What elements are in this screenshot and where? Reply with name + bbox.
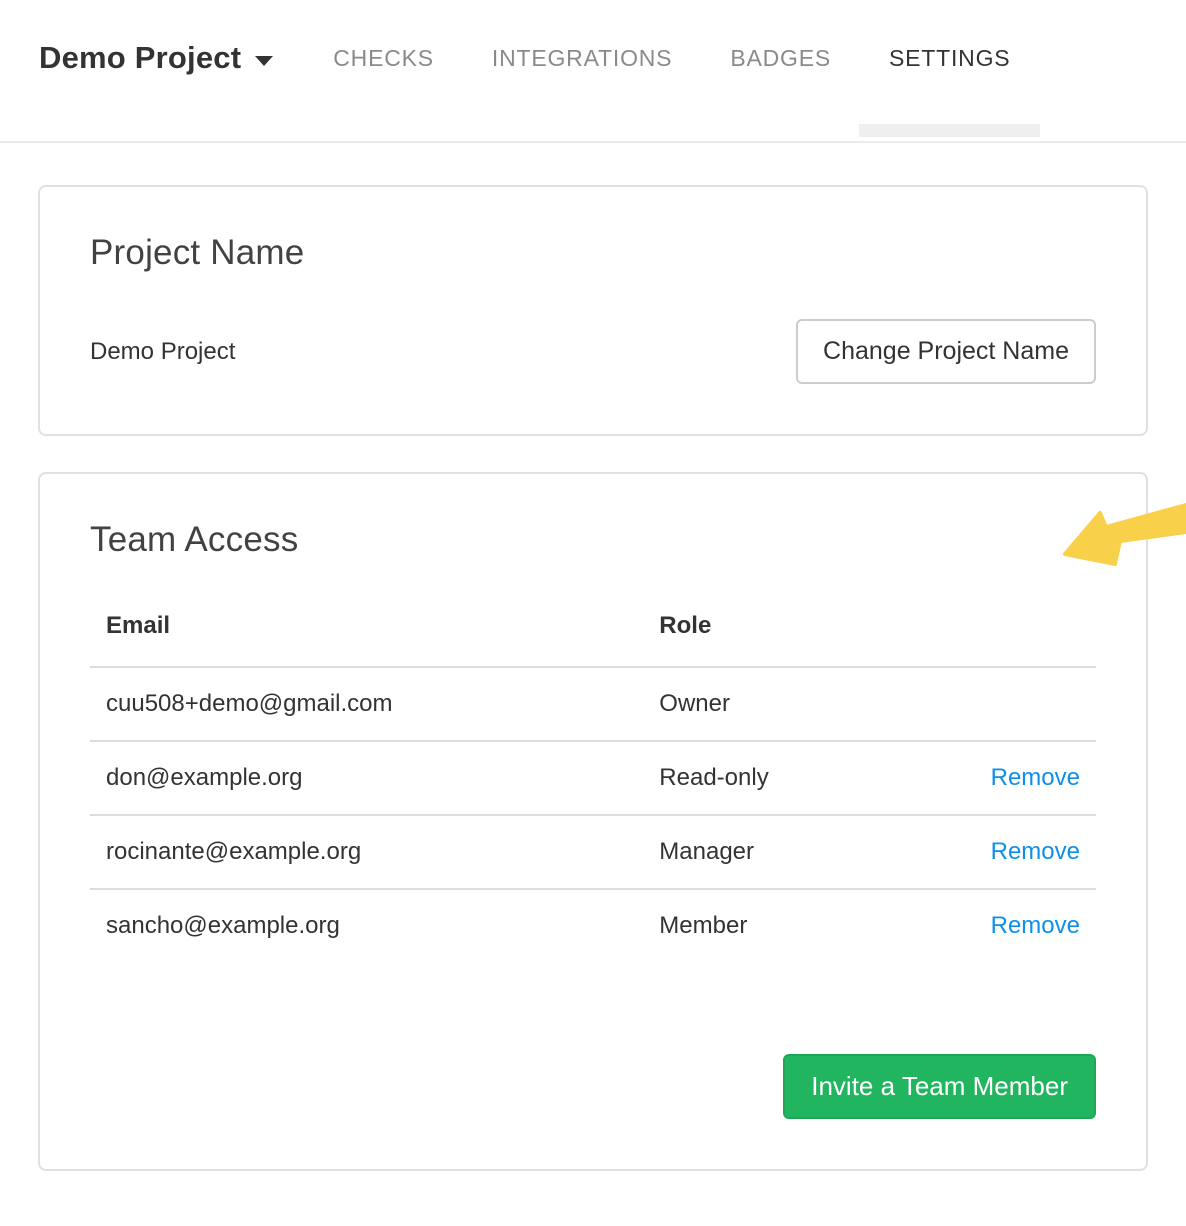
tab-integrations[interactable]: INTEGRATIONS	[492, 45, 672, 72]
project-switcher-label: Demo Project	[39, 40, 241, 76]
current-project-name: Demo Project	[90, 338, 235, 366]
member-action-cell: Remove	[945, 741, 1096, 815]
team-access-card: Team Access Email Role cuu508+demo@gmail…	[38, 472, 1148, 1171]
active-tab-indicator	[859, 124, 1040, 137]
remove-member-link[interactable]: Remove	[991, 838, 1080, 865]
team-member-row: rocinante@example.orgManager Remove	[90, 815, 1096, 889]
member-role: Owner	[643, 667, 945, 741]
team-member-row: cuu508+demo@gmail.comOwner	[90, 667, 1096, 741]
team-access-card-title: Team Access	[90, 520, 1096, 560]
chevron-down-icon	[255, 56, 273, 66]
member-role: Member	[643, 889, 945, 962]
settings-page: Project Name Demo Project Change Project…	[0, 143, 1186, 1171]
tab-checks[interactable]: CHECKS	[333, 45, 434, 72]
remove-member-link[interactable]: Remove	[991, 764, 1080, 791]
member-email: sancho@example.org	[90, 889, 643, 962]
project-name-card-title: Project Name	[90, 233, 1096, 273]
change-project-name-button[interactable]: Change Project Name	[796, 319, 1096, 384]
team-member-row: don@example.orgRead-only Remove	[90, 741, 1096, 815]
member-email: don@example.org	[90, 741, 643, 815]
member-email: cuu508+demo@gmail.com	[90, 667, 643, 741]
member-role: Manager	[643, 815, 945, 889]
table-header-row: Email Role	[90, 612, 1096, 667]
top-navigation: Demo Project CHECKS INTEGRATIONS BADGES …	[0, 0, 1186, 143]
member-action-cell: Remove	[945, 889, 1096, 962]
tab-settings-label: SETTINGS	[889, 45, 1010, 71]
role-column-header: Role	[643, 612, 945, 667]
member-email: rocinante@example.org	[90, 815, 643, 889]
member-role: Read-only	[643, 741, 945, 815]
team-members-table: Email Role cuu508+demo@gmail.comOwnerdon…	[90, 612, 1096, 962]
action-column-header	[945, 612, 1096, 667]
tab-settings[interactable]: SETTINGS	[859, 45, 1040, 72]
email-column-header: Email	[90, 612, 643, 667]
invite-team-member-button[interactable]: Invite a Team Member	[783, 1054, 1096, 1119]
member-action-cell: Remove	[945, 815, 1096, 889]
remove-member-link[interactable]: Remove	[991, 912, 1080, 939]
tab-badges[interactable]: BADGES	[730, 45, 831, 72]
nav-tabs: CHECKS INTEGRATIONS BADGES SETTINGS	[333, 45, 1010, 72]
member-action-cell	[945, 667, 1096, 741]
project-name-card: Project Name Demo Project Change Project…	[38, 185, 1148, 436]
project-switcher-dropdown[interactable]: Demo Project	[39, 40, 273, 76]
team-member-row: sancho@example.orgMember Remove	[90, 889, 1096, 962]
team-table-body: cuu508+demo@gmail.comOwnerdon@example.or…	[90, 667, 1096, 962]
